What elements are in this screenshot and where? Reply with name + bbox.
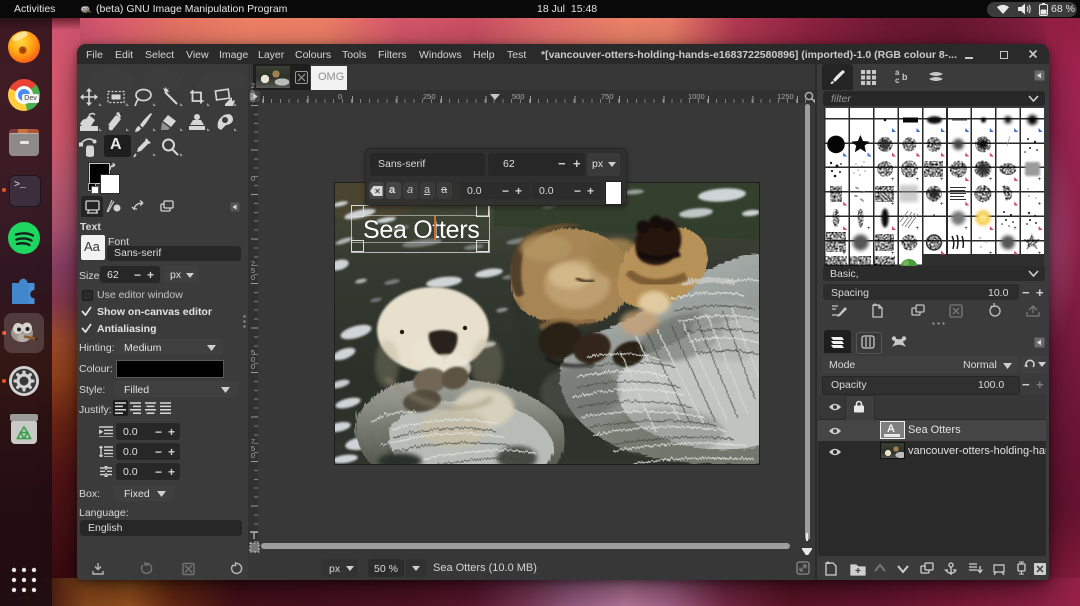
svg-text:+: + <box>916 226 920 232</box>
svg-text:+: + <box>916 177 920 183</box>
svg-text:+: + <box>842 251 846 257</box>
svg-text:+: + <box>989 251 993 257</box>
svg-text:+: + <box>867 226 871 232</box>
svg-text:+: + <box>1013 226 1017 232</box>
svg-text:+: + <box>1038 177 1042 183</box>
svg-text:+: + <box>891 251 895 257</box>
svg-text:+: + <box>891 177 895 183</box>
svg-text:+: + <box>964 226 968 232</box>
svg-text:+: + <box>1038 202 1042 208</box>
svg-text:+: + <box>940 202 944 208</box>
svg-text:+: + <box>1038 251 1042 257</box>
svg-text:+: + <box>989 177 993 183</box>
svg-text:+: + <box>891 202 895 208</box>
svg-text:+: + <box>940 177 944 183</box>
